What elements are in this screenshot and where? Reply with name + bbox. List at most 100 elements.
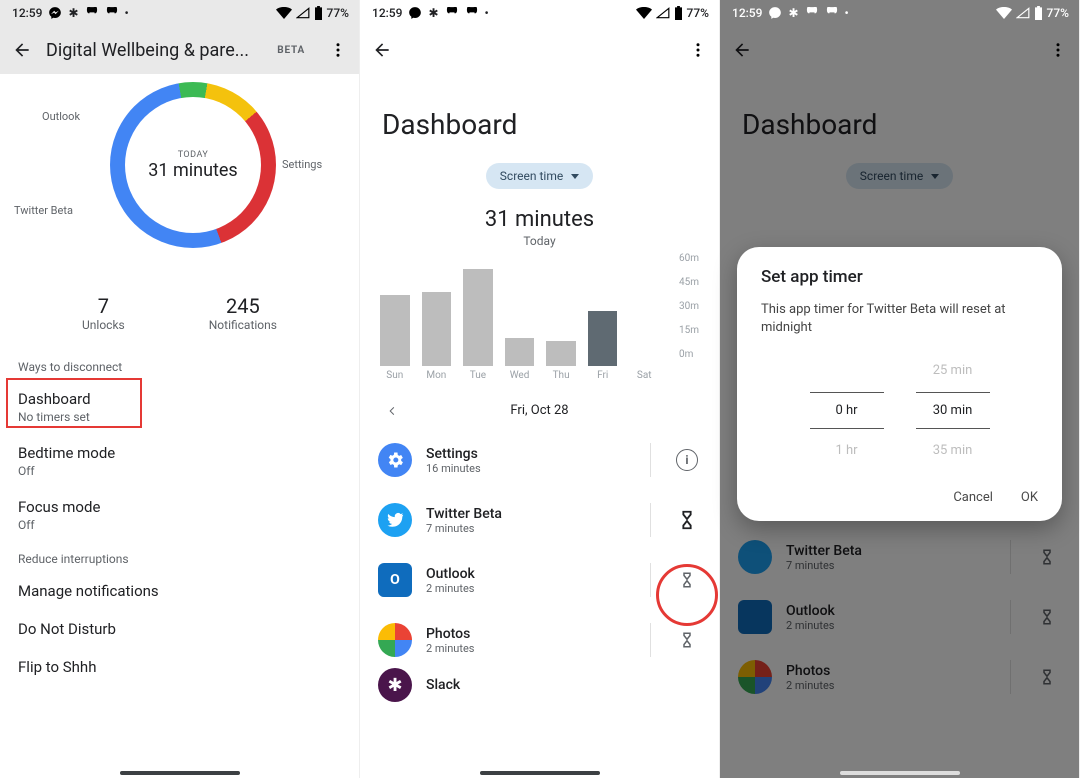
- pane-wellbeing: 12:59 ✱ • 77% Digital Wellbeing & pare..…: [0, 0, 360, 778]
- cancel-button[interactable]: Cancel: [953, 490, 993, 505]
- dnd-item[interactable]: Do Not Disturb: [0, 610, 359, 648]
- current-date: Fri, Oct 28: [510, 403, 568, 418]
- pane-timer-dialog: 12:59 ✱ • 77% Dashboard Screen time: [720, 0, 1080, 778]
- clock: 12:59: [732, 6, 762, 20]
- bar-tue[interactable]: [463, 269, 493, 366]
- signal-icon: [656, 7, 670, 19]
- bedtime-item[interactable]: Bedtime mode Off: [0, 434, 359, 488]
- day-nav: Fri, Oct 28: [360, 391, 719, 430]
- stats-row: 7 Unlocks 245 Notifications: [40, 294, 319, 332]
- minute-selected: 30 min: [916, 392, 990, 429]
- hour-selected: 0 hr: [810, 392, 884, 429]
- slack-app-icon: ✱: [378, 668, 412, 702]
- slack-icon: ✱: [788, 6, 798, 20]
- unlocks-stat[interactable]: 7 Unlocks: [82, 294, 125, 332]
- hourglass-icon[interactable]: [673, 566, 701, 594]
- slack-icon: ✱: [68, 6, 78, 20]
- ok-button[interactable]: OK: [1021, 490, 1038, 505]
- usage-donut[interactable]: TODAY 31 minutes Outlook Settings Twitte…: [0, 74, 359, 284]
- clock: 12:59: [372, 6, 402, 20]
- bar-thu[interactable]: [546, 341, 576, 366]
- battery-icon: [1034, 6, 1043, 20]
- bar-fri[interactable]: [588, 311, 618, 366]
- clock: 12:59: [12, 6, 42, 20]
- status-bar: 12:59 ✱ • 77%: [360, 0, 719, 26]
- bar-mon[interactable]: [422, 292, 452, 366]
- minute-column[interactable]: 25 min 30 min 35 min: [916, 355, 990, 466]
- bar-sun[interactable]: [380, 295, 410, 366]
- app-row-photos[interactable]: Photos2 minutes: [360, 610, 719, 670]
- wifi-icon: [996, 7, 1012, 19]
- pane-dashboard: 12:59 ✱ • 77% Dashboard Screen time 31 m…: [360, 0, 720, 778]
- photos-app-icon: [378, 623, 412, 657]
- battery-text: 77%: [327, 6, 349, 20]
- app-bar: Digital Wellbeing & pare... BETA: [0, 26, 359, 74]
- wifi-icon: [636, 7, 652, 19]
- set-timer-dialog: Set app timer This app timer for Twitter…: [737, 247, 1062, 521]
- donut-legend-settings: Settings: [282, 158, 322, 171]
- donut-label: TODAY: [178, 150, 209, 160]
- overflow-menu-icon[interactable]: [689, 41, 707, 59]
- discord-icon-2: [105, 7, 119, 19]
- messenger-icon: [408, 6, 422, 20]
- messenger-icon: [48, 6, 62, 20]
- notifications-stat[interactable]: 245 Notifications: [209, 294, 277, 332]
- donut-legend-twitter: Twitter Beta: [14, 204, 73, 217]
- messenger-icon: [768, 6, 782, 20]
- dialog-message: This app timer for Twitter Beta will res…: [761, 301, 1038, 337]
- outlook-app-icon: O: [378, 563, 412, 597]
- settings-app-icon: [378, 443, 412, 477]
- usage-bar-chart[interactable]: 60m45m30m15m0m: [380, 260, 699, 366]
- gesture-handle[interactable]: [840, 771, 960, 775]
- app-row-slack[interactable]: ✱ Slack: [360, 670, 719, 700]
- gesture-handle[interactable]: [480, 771, 600, 775]
- donut-value: 31 minutes: [148, 160, 237, 181]
- app-list: Settings16 minutes i Twitter Beta7 minut…: [360, 430, 719, 710]
- hour-column[interactable]: 0 hr 1 hr: [810, 355, 884, 466]
- dashboard-heading: Dashboard: [360, 74, 719, 163]
- app-bar: [360, 26, 719, 74]
- dashboard-item[interactable]: Dashboard No timers set: [0, 380, 359, 434]
- hourglass-icon[interactable]: [673, 626, 701, 654]
- prev-day-icon[interactable]: [386, 405, 398, 417]
- back-icon[interactable]: [372, 40, 392, 60]
- screen-time-chip[interactable]: Screen time: [486, 163, 593, 189]
- time-picker[interactable]: 0 hr 1 hr 25 min 30 min 35 min: [761, 355, 1038, 466]
- gesture-handle[interactable]: [120, 771, 240, 775]
- signal-icon: [1016, 7, 1030, 19]
- app-row-outlook[interactable]: O Outlook2 minutes: [360, 550, 719, 610]
- battery-text: 77%: [1047, 6, 1069, 20]
- manage-notifications-item[interactable]: Manage notifications: [0, 572, 359, 610]
- bar-wed[interactable]: [505, 338, 535, 366]
- section-disconnect: Ways to disconnect: [0, 350, 359, 380]
- discord-icon: [805, 7, 819, 19]
- discord-icon-2: [825, 7, 839, 19]
- donut-legend-outlook: Outlook: [42, 110, 80, 123]
- page-title: Digital Wellbeing & pare...: [46, 40, 263, 61]
- hourglass-icon[interactable]: [673, 506, 701, 534]
- chevron-down-icon: [571, 174, 579, 179]
- battery-icon: [314, 6, 323, 20]
- flip-item[interactable]: Flip to Shhh: [0, 648, 359, 686]
- dialog-title: Set app timer: [761, 267, 1038, 287]
- app-row-twitter[interactable]: Twitter Beta7 minutes: [360, 490, 719, 550]
- section-reduce: Reduce interruptions: [0, 542, 359, 572]
- discord-icon-2: [465, 7, 479, 19]
- twitter-app-icon: [378, 503, 412, 537]
- back-icon[interactable]: [12, 40, 32, 60]
- wifi-icon: [276, 7, 292, 19]
- beta-badge: BETA: [277, 45, 305, 56]
- app-row-settings[interactable]: Settings16 minutes i: [360, 430, 719, 490]
- status-bar: 12:59 ✱ • 77%: [0, 0, 359, 26]
- overflow-menu-icon[interactable]: [329, 41, 347, 59]
- info-icon[interactable]: i: [673, 446, 701, 474]
- focus-item[interactable]: Focus mode Off: [0, 488, 359, 542]
- signal-icon: [296, 7, 310, 19]
- slack-icon: ✱: [428, 6, 438, 20]
- discord-icon: [445, 7, 459, 19]
- battery-icon: [674, 6, 683, 20]
- discord-icon: [85, 7, 99, 19]
- more-notifications-dot: •: [125, 6, 129, 20]
- status-bar: 12:59 ✱ • 77%: [720, 0, 1079, 26]
- more-notifications-dot: •: [845, 6, 849, 20]
